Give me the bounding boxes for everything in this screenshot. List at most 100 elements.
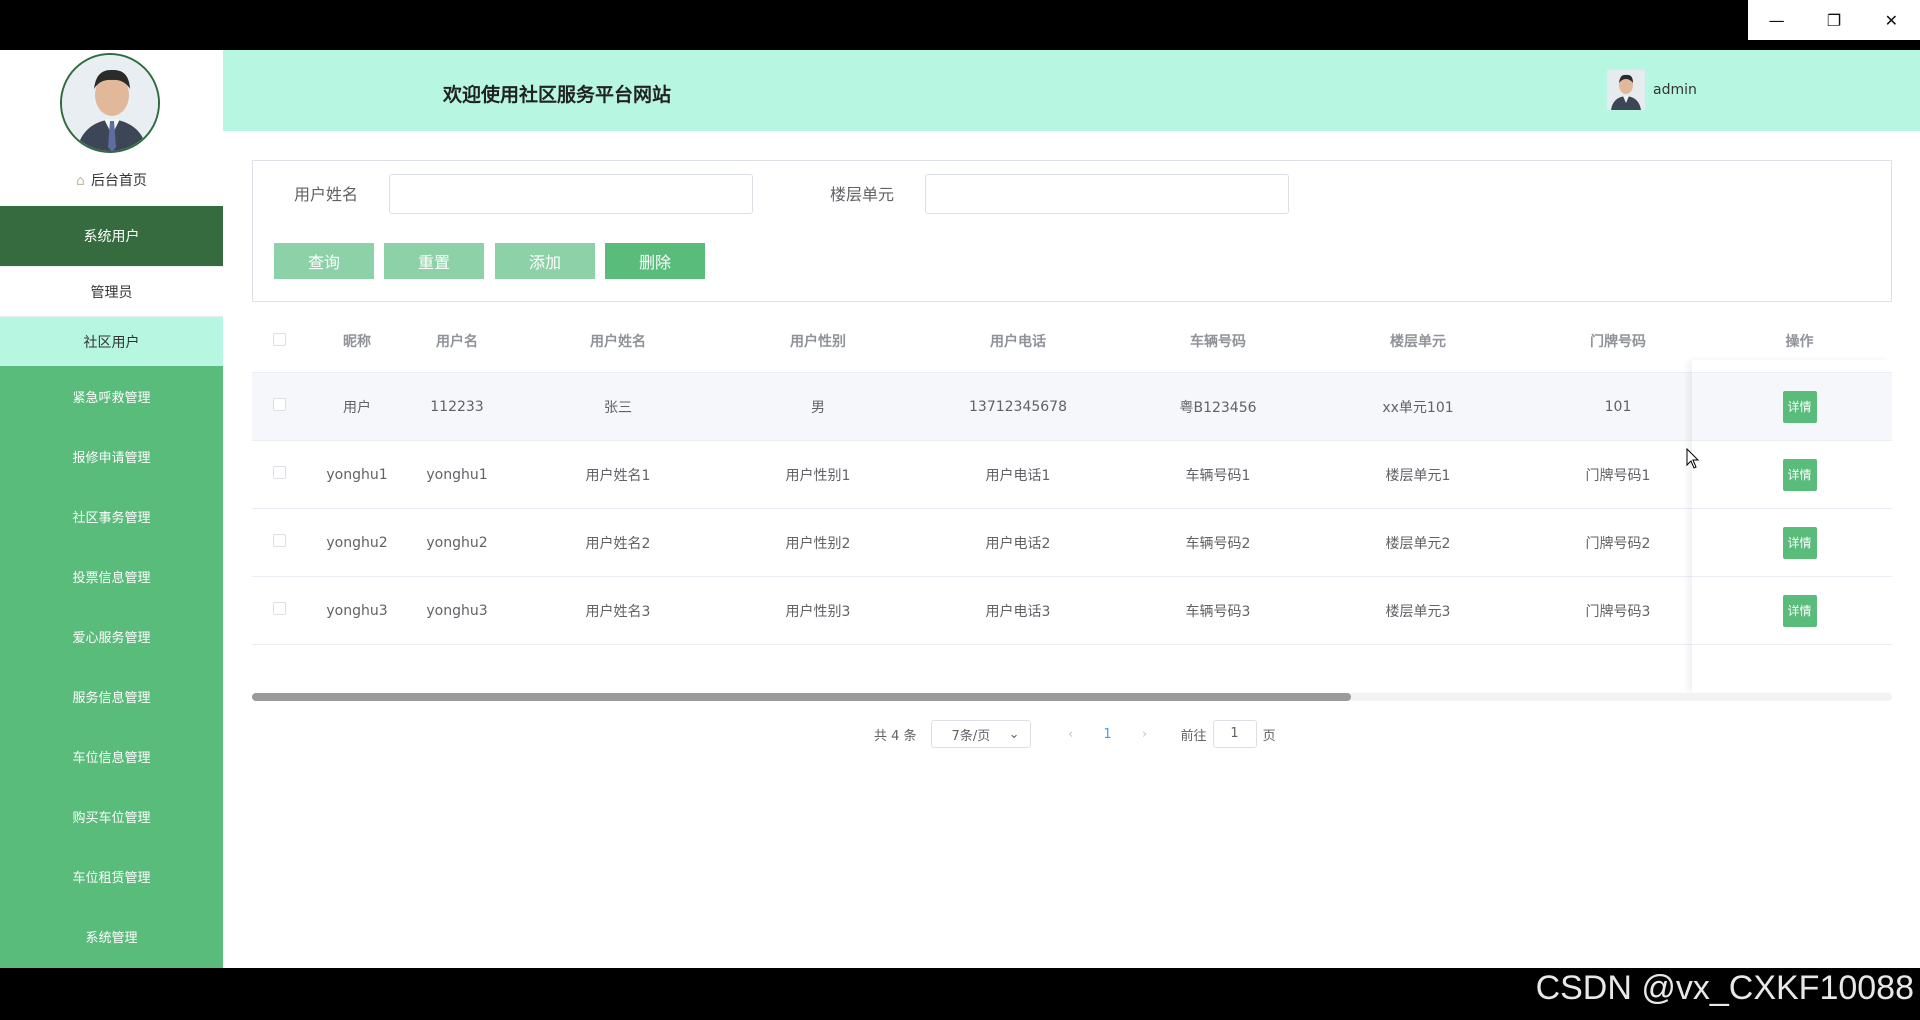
cell-unit: 楼层单元3 xyxy=(1385,603,1451,620)
query-button[interactable]: 查询 xyxy=(274,243,374,279)
row-checkbox[interactable] xyxy=(273,534,286,547)
page-title: 欢迎使用社区服务平台网站 xyxy=(443,84,672,106)
page-suffix: 页 xyxy=(1262,728,1276,744)
chevron-down-icon: ⌄ xyxy=(1008,726,1020,742)
detail-button[interactable]: 详情 xyxy=(1782,458,1817,491)
detail-button[interactable]: 详情 xyxy=(1782,526,1817,559)
delete-button[interactable]: 删除 xyxy=(605,243,705,279)
cell-nickname: 用户 xyxy=(343,399,371,416)
cell-unit: xx单元101 xyxy=(1382,399,1454,416)
goto-page-input[interactable]: 1 xyxy=(1212,720,1257,748)
scrollbar-thumb[interactable] xyxy=(252,693,1351,701)
cell-realname: 用户姓名1 xyxy=(585,467,651,484)
page-number-current[interactable]: 1 xyxy=(1091,727,1125,742)
row-checkbox[interactable] xyxy=(273,602,286,615)
menu-item-emergency[interactable]: 紧急呼救管理 xyxy=(0,366,223,426)
username-input[interactable] xyxy=(389,174,753,214)
select-all-cell xyxy=(252,332,307,350)
cell-realname: 用户姓名3 xyxy=(585,603,651,620)
col-username[interactable]: 用户名 xyxy=(407,331,507,351)
row-actions-cell: 详情 xyxy=(1707,458,1892,491)
cell-plate: 车辆号码3 xyxy=(1185,603,1251,620)
menu-group-system-users[interactable]: 系统用户 xyxy=(0,206,223,266)
minimize-button[interactable]: — xyxy=(1748,0,1805,40)
row-checkbox[interactable] xyxy=(273,466,286,479)
building-unit-input[interactable] xyxy=(925,174,1289,214)
add-button[interactable]: 添加 xyxy=(495,243,595,279)
detail-button[interactable]: 详情 xyxy=(1782,594,1817,627)
cell-phone: 用户电话2 xyxy=(985,535,1051,552)
menu-item-parking-purchase[interactable]: 购买车位管理 xyxy=(0,786,223,846)
mouse-cursor-icon xyxy=(1686,448,1700,469)
search-panel: 用户姓名 楼层单元 查询 重置 添加 删除 xyxy=(252,160,1892,302)
restore-button[interactable]: ❐ xyxy=(1805,0,1862,40)
cell-realname: 用户姓名2 xyxy=(585,535,651,552)
goto-label: 前往 xyxy=(1180,728,1207,744)
select-all-checkbox[interactable] xyxy=(273,332,286,346)
col-realname[interactable]: 用户姓名 xyxy=(507,331,729,351)
user-avatar xyxy=(1607,70,1645,110)
building-unit-label: 楼层单元 xyxy=(830,185,895,204)
menu-item-service-info[interactable]: 服务信息管理 xyxy=(0,666,223,726)
cell-username: yonghu3 xyxy=(426,602,488,619)
cell-username: 112233 xyxy=(430,398,484,415)
table-row[interactable]: 用户 112233 张三 男 13712345678 粤B123456 xx单元101 101… xyxy=(252,373,1892,441)
row-checkbox[interactable] xyxy=(273,398,286,411)
menu-item-repair[interactable]: 报修申请管理 xyxy=(0,426,223,486)
col-nickname[interactable]: 昵称 xyxy=(307,331,407,351)
row-actions-cell: 详情 xyxy=(1707,526,1892,559)
cell-gender: 用户性别1 xyxy=(785,467,851,484)
sidebar-home-link[interactable]: ⌂ 后台首页 xyxy=(0,170,223,190)
window-controls: — ❐ ✕ xyxy=(1748,0,1920,40)
col-phone[interactable]: 用户电话 xyxy=(907,331,1129,351)
prev-page-icon[interactable]: ‹ xyxy=(1051,727,1091,742)
cell-gender: 用户性别3 xyxy=(785,603,851,620)
pagination-total: 共 4 条 xyxy=(874,728,917,744)
watermark: CSDN @vx_CXKF10088 xyxy=(1535,969,1914,1007)
cell-unit: 楼层单元2 xyxy=(1385,535,1451,552)
cell-phone: 用户电话1 xyxy=(985,467,1051,484)
horizontal-scrollbar[interactable] xyxy=(252,693,1892,701)
menu-item-charity[interactable]: 爱心服务管理 xyxy=(0,606,223,666)
cell-door: 101 xyxy=(1604,398,1632,415)
row-select-cell xyxy=(252,466,307,483)
menu-item-parking-info[interactable]: 车位信息管理 xyxy=(0,726,223,786)
menu-item-vote[interactable]: 投票信息管理 xyxy=(0,546,223,606)
home-icon: ⌂ xyxy=(76,173,85,189)
cell-door: 门牌号码2 xyxy=(1585,535,1651,552)
sidebar: ⌂ 后台首页 系统用户 管理员 社区用户 紧急呼救管理 报修申请管理 社区事务管理… xyxy=(0,50,223,968)
cell-gender: 男 xyxy=(811,399,825,416)
close-button[interactable]: ✕ xyxy=(1863,0,1920,40)
window-titlebar: — ❐ ✕ xyxy=(0,0,1920,50)
menu-item-parking-rent[interactable]: 车位租赁管理 xyxy=(0,846,223,906)
detail-button[interactable]: 详情 xyxy=(1782,390,1817,423)
table-row[interactable]: yonghu2 yonghu2 用户姓名2 用户性别2 用户电话2 车辆号码2 楼层单元2 门… xyxy=(252,509,1892,577)
menu-item-system[interactable]: 系统管理 xyxy=(0,906,223,966)
users-table: 昵称 用户名 用户姓名 用户性别 用户电话 车辆号码 楼层单元 门牌号码 操作 … xyxy=(252,310,1892,645)
col-door[interactable]: 门牌号码 xyxy=(1529,331,1707,351)
menu-item-admin[interactable]: 管理员 xyxy=(0,266,223,316)
col-actions: 操作 xyxy=(1785,334,1814,350)
menu-item-affairs[interactable]: 社区事务管理 xyxy=(0,486,223,546)
row-select-cell xyxy=(252,602,307,619)
row-select-cell xyxy=(252,398,307,415)
table-row[interactable]: yonghu3 yonghu3 用户姓名3 用户性别3 用户电话3 车辆号码3 楼层单元3 门… xyxy=(252,577,1892,645)
cell-nickname: yonghu3 xyxy=(326,602,388,619)
cell-phone: 用户电话3 xyxy=(985,603,1051,620)
next-page-icon[interactable]: › xyxy=(1125,727,1165,742)
col-gender[interactable]: 用户性别 xyxy=(729,331,907,351)
avatar xyxy=(60,53,160,153)
cell-door: 门牌号码3 xyxy=(1585,603,1651,620)
cell-nickname: yonghu1 xyxy=(326,466,388,483)
cell-plate: 车辆号码2 xyxy=(1185,535,1251,552)
cell-realname: 张三 xyxy=(604,399,632,416)
page-size-select[interactable]: 7条/页 ⌄ xyxy=(930,720,1031,748)
menu-item-community-users[interactable]: 社区用户 xyxy=(0,316,223,366)
col-plate[interactable]: 车辆号码 xyxy=(1129,331,1307,351)
table-body: 用户 112233 张三 男 13712345678 粤B123456 xx单元101 101… xyxy=(252,373,1892,645)
username-label: 用户姓名 xyxy=(294,185,359,204)
user-menu[interactable]: admin xyxy=(1607,70,1697,110)
col-unit[interactable]: 楼层单元 xyxy=(1307,331,1529,351)
reset-button[interactable]: 重置 xyxy=(384,243,484,279)
table-row[interactable]: yonghu1 yonghu1 用户姓名1 用户性别1 用户电话1 车辆号码1 楼层单元1 门… xyxy=(252,441,1892,509)
